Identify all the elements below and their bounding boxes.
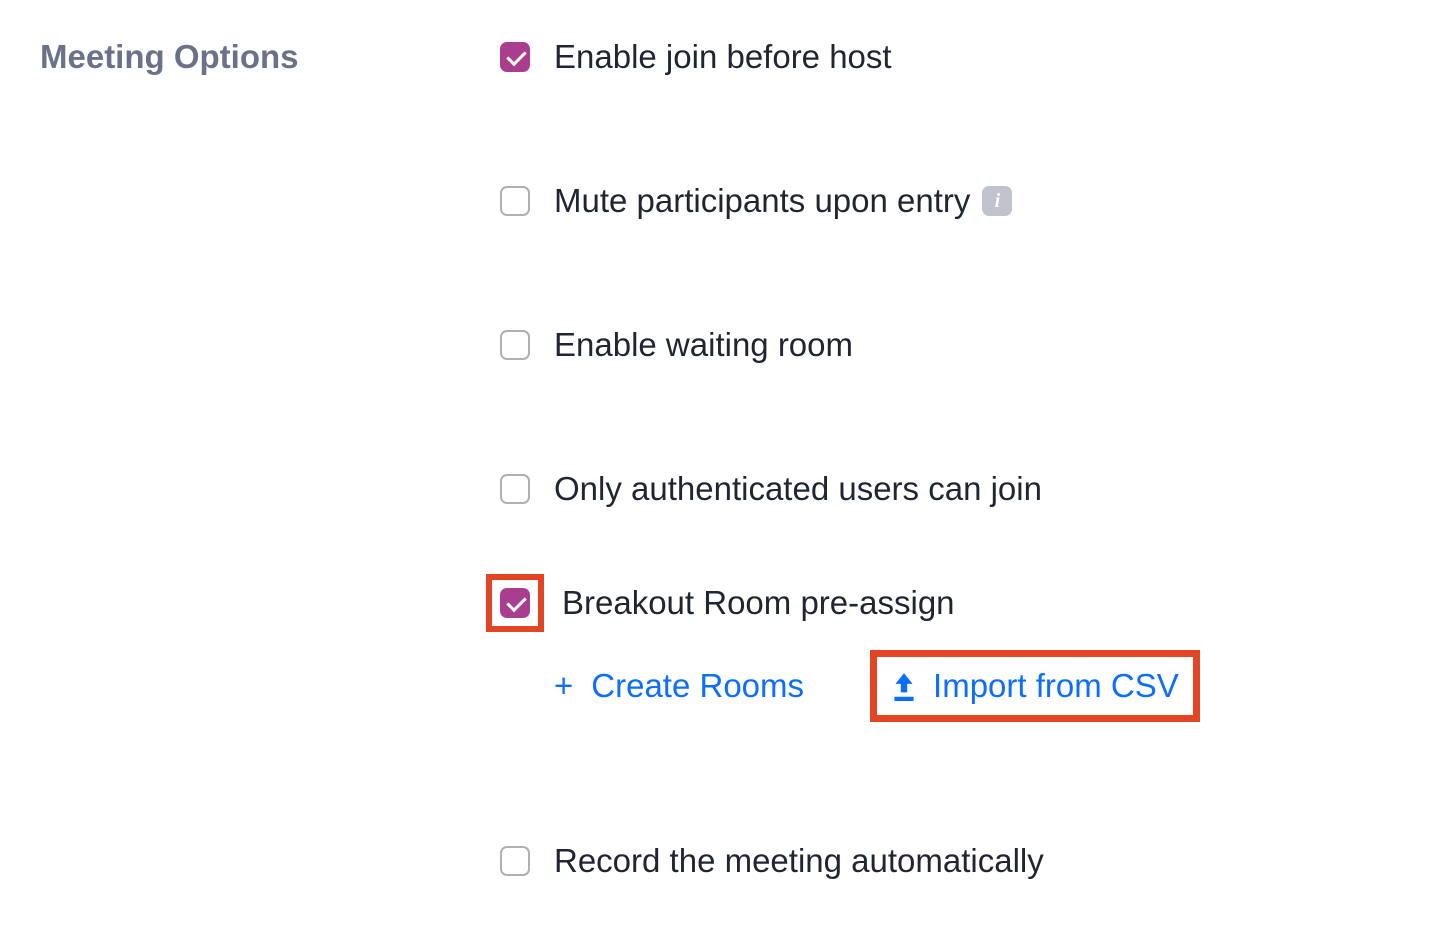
option-label: Only authenticated users can join	[554, 470, 1042, 508]
option-label: Enable waiting room	[554, 326, 853, 364]
import-csv-link[interactable]: Import from CSV	[891, 667, 1179, 705]
option-label: Breakout Room pre-assign	[562, 584, 955, 622]
option-label: Record the meeting automatically	[554, 842, 1044, 880]
option-breakout-preassign: Breakout Room pre-assign	[486, 574, 1443, 632]
create-rooms-link[interactable]: + Create Rooms	[554, 667, 804, 705]
option-mute-participants: Mute participants upon entry i	[500, 182, 1443, 220]
info-icon[interactable]: i	[982, 186, 1012, 216]
option-enable-waiting-room: Enable waiting room	[500, 326, 1443, 364]
breakout-sub-actions: + Create Rooms Import from CSV	[554, 650, 1443, 722]
highlight-breakout-checkbox	[486, 574, 544, 632]
checkbox-mute-participants[interactable]	[500, 186, 530, 216]
option-label: Mute participants upon entry	[554, 182, 970, 220]
checkbox-enable-waiting-room[interactable]	[500, 330, 530, 360]
option-only-authenticated: Only authenticated users can join	[500, 470, 1443, 508]
option-record-automatically: Record the meeting automatically	[500, 842, 1443, 880]
section-title: Meeting Options	[40, 38, 500, 880]
upload-icon	[891, 671, 917, 701]
option-label: Enable join before host	[554, 38, 892, 76]
checkbox-enable-join-before-host[interactable]	[500, 42, 530, 72]
create-rooms-label: Create Rooms	[591, 667, 804, 705]
option-enable-join-before-host: Enable join before host	[500, 38, 1443, 76]
meeting-options-list: Enable join before host Mute participant…	[500, 38, 1443, 880]
checkbox-record-automatically[interactable]	[500, 846, 530, 876]
import-csv-label: Import from CSV	[933, 667, 1179, 705]
checkbox-breakout-preassign[interactable]	[500, 588, 530, 618]
highlight-import-csv: Import from CSV	[870, 650, 1200, 722]
plus-icon: +	[554, 667, 573, 705]
checkbox-only-authenticated[interactable]	[500, 474, 530, 504]
